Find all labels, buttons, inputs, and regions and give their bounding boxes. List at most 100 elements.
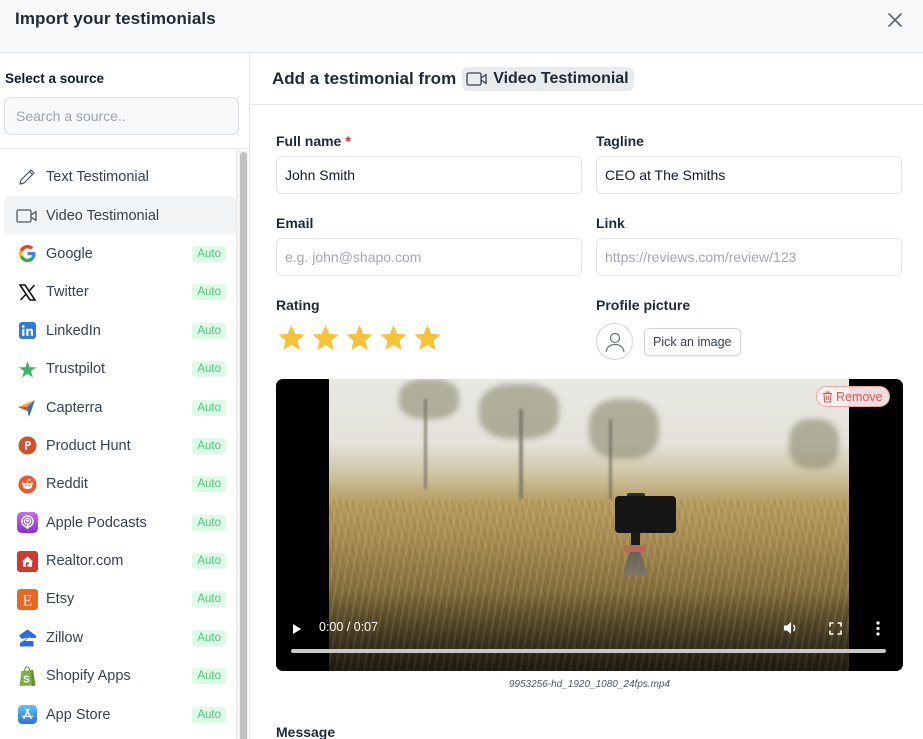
trustpilot-star-icon	[16, 358, 38, 380]
shopify-icon: S	[16, 665, 38, 687]
star-icon[interactable]	[344, 323, 375, 353]
pencil-icon	[16, 166, 38, 188]
video-progress-bar[interactable]	[291, 649, 886, 653]
source-item-product-hunt[interactable]: Product Hunt Auto	[4, 427, 236, 465]
capterra-icon	[16, 397, 38, 419]
linkedin-icon	[16, 320, 38, 342]
more-options-icon[interactable]	[875, 621, 881, 636]
source-label: Realtor.com	[46, 553, 124, 570]
source-item-zillow[interactable]: Zillow Auto	[4, 619, 236, 657]
svg-text:S: S	[23, 674, 30, 685]
form-heading-text: Add a testimonial from	[272, 69, 457, 88]
fullscreen-icon[interactable]	[829, 622, 842, 635]
email-label: Email	[276, 215, 314, 231]
modal-title: Import your testimonials	[15, 9, 216, 28]
sidebar-heading: Select a source	[5, 71, 105, 86]
source-label: Zillow	[46, 629, 84, 646]
source-item-text-testimonial[interactable]: Text Testimonial	[4, 158, 236, 196]
source-label: App Store	[46, 706, 111, 723]
source-list-scrollbar[interactable]	[236, 150, 248, 739]
phone-on-tripod	[615, 496, 676, 533]
source-label: Product Hunt	[46, 437, 131, 454]
tagline-input[interactable]	[596, 156, 902, 194]
video-filename: 9953256-hd_1920_1080_24fps.mp4	[508, 679, 671, 690]
svg-text:E: E	[22, 592, 32, 609]
source-label: Twitter	[46, 284, 89, 301]
source-item-google[interactable]: Google Auto	[4, 235, 236, 273]
auto-badge: Auto	[192, 591, 226, 608]
trash-icon	[823, 391, 832, 402]
source-label: Text Testimonial	[46, 169, 149, 186]
pick-image-button[interactable]: Pick an image	[644, 328, 741, 356]
user-icon	[604, 332, 625, 352]
source-item-linkedin[interactable]: LinkedIn Auto	[4, 312, 236, 350]
star-icon[interactable]	[378, 323, 409, 353]
email-input[interactable]	[276, 238, 582, 276]
video-camera-icon	[16, 205, 38, 227]
source-item-video-testimonial[interactable]: Video Testimonial	[4, 196, 236, 235]
source-label: Reddit	[46, 476, 88, 493]
profile-picture-label: Profile picture	[596, 297, 691, 313]
source-label: LinkedIn	[46, 322, 101, 339]
form-heading: Add a testimonial from Video Testimonial	[272, 67, 634, 91]
close-button[interactable]	[885, 10, 905, 30]
required-indicator: *	[345, 133, 351, 149]
video-player[interactable]: 0:00 / 0:07 Remove	[276, 379, 903, 671]
source-item-apple-podcasts[interactable]: Apple Podcasts Auto	[4, 504, 236, 542]
source-item-trustpilot[interactable]: Trustpilot Auto	[4, 350, 236, 388]
source-label: Video Testimonial	[46, 207, 160, 224]
source-item-app-store[interactable]: App Store Auto	[4, 695, 236, 733]
realtor-icon	[16, 550, 38, 572]
auto-badge: Auto	[192, 514, 226, 531]
auto-badge: Auto	[192, 437, 226, 454]
testimonial-form-panel: Add a testimonial from Video Testimonial…	[251, 53, 923, 739]
scrollbar-thumb[interactable]	[240, 152, 247, 739]
auto-badge: Auto	[192, 706, 226, 723]
source-search-input[interactable]	[4, 97, 239, 135]
reddit-icon	[16, 473, 38, 495]
source-item-realtor[interactable]: Realtor.com Auto	[4, 542, 236, 580]
source-sidebar: Select a source Text Testimonial Video T…	[0, 53, 250, 739]
source-item-reddit[interactable]: Reddit Auto	[4, 465, 236, 503]
form-divider	[251, 104, 923, 105]
close-icon	[888, 13, 902, 27]
source-item-etsy[interactable]: E Etsy Auto	[4, 580, 236, 618]
star-icon[interactable]	[310, 323, 341, 353]
star-icon[interactable]	[412, 323, 443, 353]
zillow-icon	[16, 627, 38, 649]
source-label: Google	[46, 245, 93, 262]
auto-badge: Auto	[192, 668, 226, 685]
product-hunt-icon	[16, 435, 38, 457]
auto-badge: Auto	[192, 553, 226, 570]
source-label: Etsy	[46, 591, 75, 608]
volume-icon[interactable]	[783, 621, 799, 635]
auto-badge: Auto	[192, 284, 226, 301]
sidebar-divider	[0, 148, 250, 149]
tagline-label: Tagline	[596, 133, 644, 149]
link-label: Link	[596, 215, 625, 231]
source-label: Shopify Apps	[46, 668, 131, 685]
modal-header: Import your testimonials	[0, 0, 923, 53]
avatar-placeholder	[596, 323, 633, 360]
source-list: Text Testimonial Video Testimonial Googl…	[0, 158, 237, 734]
star-icon[interactable]	[276, 323, 307, 353]
star-rating[interactable]	[276, 323, 443, 353]
video-time: 0:00 / 0:07	[319, 620, 379, 634]
link-input[interactable]	[596, 238, 902, 276]
full-name-label-text: Full name	[276, 133, 342, 149]
auto-badge: Auto	[192, 322, 226, 339]
source-item-shopify-apps[interactable]: S Shopify Apps Auto	[4, 657, 236, 695]
selected-source-chip: Video Testimonial	[462, 67, 634, 91]
google-icon	[16, 243, 38, 265]
etsy-icon: E	[16, 588, 38, 610]
source-label: Apple Podcasts	[46, 514, 147, 531]
source-item-capterra[interactable]: Capterra Auto	[4, 388, 236, 426]
play-icon[interactable]	[292, 623, 302, 635]
source-label: Capterra	[46, 399, 103, 416]
remove-video-button[interactable]: Remove	[816, 386, 890, 407]
auto-badge: Auto	[192, 476, 226, 493]
full-name-input[interactable]	[276, 156, 582, 194]
remove-label: Remove	[836, 389, 883, 404]
source-item-twitter[interactable]: Twitter Auto	[4, 273, 236, 311]
app-store-icon	[16, 704, 38, 726]
